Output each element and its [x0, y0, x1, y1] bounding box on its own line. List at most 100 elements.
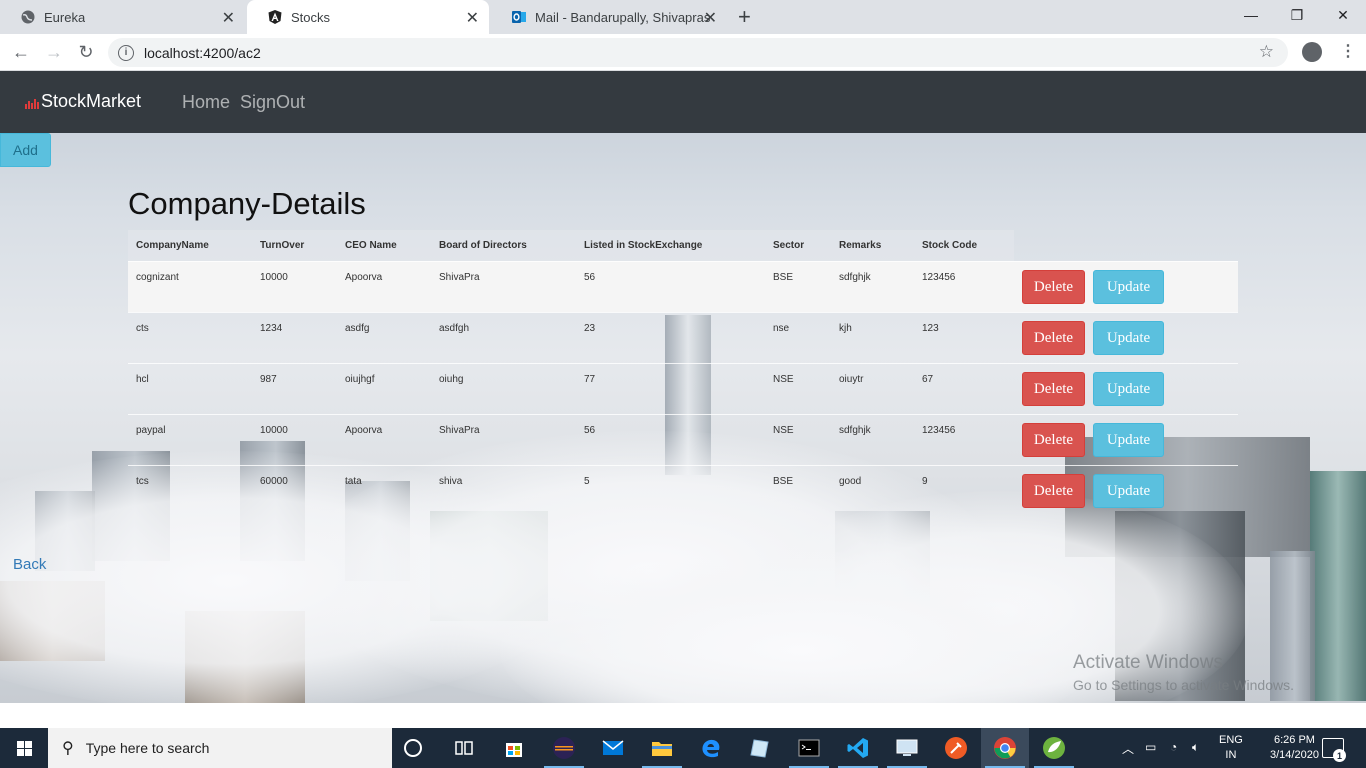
- command-prompt-icon[interactable]: [789, 736, 829, 768]
- watermark-title: Activate Windows: [1073, 652, 1223, 673]
- cell-company-name: cts: [136, 323, 149, 334]
- page-title: Company-Details: [128, 186, 366, 221]
- tab-stocks[interactable]: Stocks ✕: [247, 0, 489, 34]
- cell-ceo-name: oiujhgf: [345, 374, 375, 385]
- cell-turnover: 10000: [260, 425, 288, 436]
- close-icon[interactable]: ✕: [222, 8, 235, 28]
- chrome-icon[interactable]: [985, 736, 1025, 768]
- cell-turnover: 1234: [260, 323, 283, 334]
- cell-stock-code: 123456: [922, 425, 956, 436]
- back-link[interactable]: Back: [13, 556, 46, 573]
- cell-company-name: cognizant: [136, 272, 179, 283]
- notification-badge: 1: [1333, 749, 1346, 762]
- table-row: paypal 10000 Apoorva ShivaPra 56 NSE sdf…: [128, 414, 1238, 465]
- wifi-icon[interactable]: ◔: [1170, 740, 1177, 754]
- remote-desktop-icon[interactable]: [887, 736, 927, 768]
- reload-icon[interactable]: ↻: [74, 40, 98, 64]
- cell-board: ShivaPra: [439, 272, 480, 283]
- volume-icon[interactable]: 🔈︎: [1192, 740, 1199, 755]
- cell-company-name: tcs: [136, 476, 149, 487]
- file-explorer-icon[interactable]: [642, 736, 682, 768]
- battery-icon[interactable]: ▭: [1145, 740, 1156, 754]
- cell-board: asdfgh: [439, 323, 470, 334]
- new-tab-icon[interactable]: +: [738, 4, 751, 30]
- url-text: localhost:4200/ac2: [144, 44, 261, 61]
- table-row: tcs 60000 tata shiva 5 BSE good 9 Delete…: [128, 465, 1238, 516]
- url-input[interactable]: i localhost:4200/ac2 ☆: [108, 38, 1288, 67]
- delete-button[interactable]: Delete: [1022, 372, 1085, 406]
- cell-stock-code: 123: [922, 323, 939, 334]
- cell-stock-code: 67: [922, 374, 934, 385]
- page-bottom-gap: [0, 703, 1366, 728]
- bookmark-star-icon[interactable]: ☆: [1259, 42, 1274, 62]
- start-button[interactable]: [0, 728, 48, 768]
- column-header: Listed in StockExchange: [584, 240, 703, 251]
- mail-icon[interactable]: [601, 736, 625, 760]
- brand[interactable]: StockMarket: [25, 91, 141, 112]
- table-row: cts 1234 asdfg asdfgh 23 nse kjh 123 Del…: [128, 312, 1238, 363]
- forward-arrow-icon[interactable]: →: [42, 40, 66, 64]
- cell-sector: BSE: [773, 476, 794, 487]
- delete-button[interactable]: Delete: [1022, 321, 1085, 355]
- tab-eureka[interactable]: Eureka ✕: [0, 0, 245, 34]
- store-icon[interactable]: [502, 736, 526, 760]
- column-header: CompanyName: [136, 240, 209, 251]
- table-row: hcl 987 oiujhgf oiuhg 77 NSE oiuytr 67 D…: [128, 363, 1238, 414]
- region-code: IN: [1225, 749, 1237, 761]
- window-close-icon[interactable]: ✕: [1320, 0, 1366, 30]
- minimize-icon[interactable]: —: [1228, 0, 1274, 30]
- delete-button[interactable]: Delete: [1022, 270, 1085, 304]
- taskbar-search-box[interactable]: ⚲ Type here to search: [48, 728, 392, 768]
- eclipse-icon[interactable]: [544, 736, 584, 768]
- cell-company-name: paypal: [136, 425, 166, 436]
- tab-mail[interactable]: Mail - Bandarupally, Shivaprasad ✕: [491, 0, 727, 34]
- cell-remarks: sdfghjk: [839, 272, 871, 283]
- delete-button[interactable]: Delete: [1022, 474, 1085, 508]
- profile-avatar-icon[interactable]: [1302, 42, 1322, 62]
- close-icon[interactable]: ✕: [466, 8, 479, 28]
- update-button[interactable]: Update: [1093, 372, 1164, 406]
- cell-board: shiva: [439, 476, 463, 487]
- language-indicator[interactable]: ENG IN: [1219, 733, 1243, 763]
- vscode-icon[interactable]: [838, 736, 878, 768]
- spring-tool-suite-icon[interactable]: [1034, 736, 1074, 768]
- tab-label: Stocks: [291, 9, 331, 25]
- show-hidden-icons-icon[interactable]: ︿: [1122, 740, 1134, 757]
- notepad-icon[interactable]: [748, 736, 772, 760]
- cell-stock-code: 123456: [922, 272, 956, 283]
- cell-listed: 23: [584, 323, 596, 334]
- info-icon[interactable]: i: [118, 44, 134, 61]
- cell-sector: NSE: [773, 374, 794, 385]
- cell-listed: 56: [584, 425, 596, 436]
- column-header: TurnOver: [260, 240, 305, 251]
- cortana-icon[interactable]: [404, 739, 422, 757]
- edge-icon[interactable]: [699, 736, 723, 760]
- add-button[interactable]: Add: [0, 133, 51, 167]
- globe-icon: [20, 9, 36, 25]
- app-navbar: StockMarket Home SignOut: [0, 71, 1366, 133]
- nav-link-signout[interactable]: SignOut: [240, 92, 305, 113]
- update-button[interactable]: Update: [1093, 423, 1164, 457]
- restore-icon[interactable]: ❐: [1274, 0, 1320, 30]
- update-button[interactable]: Update: [1093, 321, 1164, 355]
- cell-board: oiuhg: [439, 374, 464, 385]
- column-header: Board of Directors: [439, 240, 527, 251]
- task-view-icon[interactable]: [452, 736, 476, 760]
- column-header: CEO Name: [345, 240, 397, 251]
- angular-icon: [267, 9, 283, 25]
- cell-ceo-name: tata: [345, 476, 362, 487]
- column-header: Remarks: [839, 240, 882, 251]
- menu-kebab-icon[interactable]: ⋮: [1340, 41, 1356, 61]
- cell-ceo-name: asdfg: [345, 323, 370, 334]
- postman-icon[interactable]: [944, 736, 968, 760]
- cell-listed: 5: [584, 476, 590, 487]
- delete-button[interactable]: Delete: [1022, 423, 1085, 457]
- update-button[interactable]: Update: [1093, 474, 1164, 508]
- tab-label: Mail - Bandarupally, Shivaprasad: [535, 9, 710, 25]
- back-arrow-icon[interactable]: ←: [9, 40, 33, 64]
- system-clock[interactable]: 6:26 PM 3/14/2020: [1270, 733, 1319, 763]
- close-icon[interactable]: ✕: [704, 8, 717, 28]
- activate-windows-watermark: Activate Windows Go to Settings to activ…: [1073, 652, 1294, 693]
- update-button[interactable]: Update: [1093, 270, 1164, 304]
- nav-link-home[interactable]: Home: [182, 92, 230, 113]
